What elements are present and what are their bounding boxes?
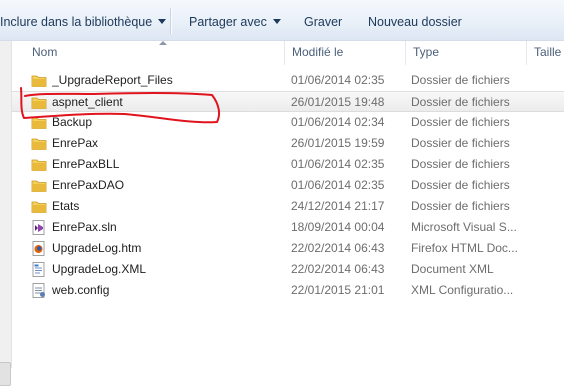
file-name: EnrePax bbox=[52, 136, 99, 150]
include-in-library-button[interactable]: Inclure dans la bibliothèque bbox=[0, 0, 167, 40]
folder-icon bbox=[31, 75, 47, 87]
file-row[interactable]: EnrePax 26/01/2015 19:59 Dossier de fich… bbox=[12, 133, 564, 154]
burn-button[interactable]: Graver bbox=[304, 0, 342, 40]
file-type: Dossier de fichiers bbox=[411, 199, 510, 213]
file-date: 01/06/2014 02:35 bbox=[291, 73, 385, 87]
column-header-type[interactable]: Type bbox=[405, 41, 527, 65]
folder-icon bbox=[31, 138, 47, 150]
file-name: _UpgradeReport_Files bbox=[52, 73, 173, 87]
column-header-name-label: Nom bbox=[32, 45, 58, 59]
column-header-name[interactable]: Nom bbox=[25, 41, 291, 65]
column-header-modified-label: Modifié le bbox=[292, 45, 344, 59]
file-type: Dossier de fichiers bbox=[411, 157, 510, 171]
file-name: aspnet_client bbox=[52, 95, 123, 109]
file-type: XML Configuratio... bbox=[411, 283, 514, 297]
file-name: web.config bbox=[52, 283, 110, 297]
folder-icon bbox=[31, 201, 47, 213]
file-row[interactable]: web.config 22/01/2015 21:01 XML Configur… bbox=[12, 280, 564, 301]
config-file-icon bbox=[32, 283, 45, 298]
folder-icon bbox=[31, 159, 47, 171]
file-row[interactable]: _UpgradeReport_Files 01/06/2014 02:35 Do… bbox=[12, 70, 564, 91]
xml-document-icon bbox=[32, 262, 45, 277]
file-row[interactable]: EnrePax.sln 18/09/2014 00:04 Microsoft V… bbox=[12, 217, 564, 238]
file-type: Microsoft Visual S... bbox=[411, 220, 517, 234]
file-date: 22/02/2014 06:43 bbox=[291, 241, 385, 255]
file-date: 22/01/2015 21:01 bbox=[291, 283, 385, 297]
column-header-modified[interactable]: Modifié le bbox=[284, 41, 406, 65]
toolbar-divider bbox=[170, 8, 172, 34]
folder-icon bbox=[31, 97, 47, 109]
file-row-selected[interactable]: aspnet_client 26/01/2015 19:48 Dossier d… bbox=[12, 91, 564, 112]
file-date: 01/06/2014 02:34 bbox=[291, 115, 385, 129]
file-name: EnrePax.sln bbox=[52, 220, 117, 234]
file-name: UpgradeLog.XML bbox=[52, 262, 147, 276]
chevron-down-icon bbox=[158, 19, 167, 24]
file-name: Etats bbox=[52, 199, 80, 213]
share-with-label: Partager avec bbox=[189, 15, 267, 29]
file-row[interactable]: EnrePaxDAO 01/06/2014 02:35 Dossier de f… bbox=[12, 175, 564, 196]
file-type: Dossier de fichiers bbox=[411, 115, 510, 129]
file-name: Backup bbox=[52, 115, 93, 129]
column-headers: Nom Modifié le Type Taille bbox=[12, 41, 564, 65]
file-type: Dossier de fichiers bbox=[411, 73, 510, 87]
file-date: 01/06/2014 02:35 bbox=[291, 157, 385, 171]
column-header-size-label: Taille bbox=[534, 45, 562, 59]
file-row[interactable]: Etats 24/12/2014 21:17 Dossier de fichie… bbox=[12, 196, 564, 217]
file-date: 26/01/2015 19:48 bbox=[291, 95, 385, 109]
file-name: UpgradeLog.htm bbox=[52, 241, 142, 255]
column-header-size[interactable]: Taille bbox=[526, 41, 564, 65]
visual-studio-solution-icon bbox=[32, 220, 45, 235]
chevron-down-icon bbox=[272, 19, 281, 24]
file-type: Dossier de fichiers bbox=[411, 95, 510, 109]
file-date: 01/06/2014 02:35 bbox=[291, 178, 385, 192]
firefox-html-icon bbox=[32, 241, 45, 256]
folder-icon bbox=[31, 180, 47, 192]
file-date: 24/12/2014 21:17 bbox=[291, 199, 385, 213]
file-type: Document XML bbox=[411, 262, 494, 276]
new-folder-label: Nouveau dossier bbox=[368, 15, 462, 29]
file-type: Firefox HTML Doc... bbox=[411, 241, 518, 255]
file-date: 26/01/2015 19:59 bbox=[291, 136, 385, 150]
file-row[interactable]: UpgradeLog.htm 22/02/2014 06:43 Firefox … bbox=[12, 238, 564, 259]
file-row[interactable]: Backup 01/06/2014 02:34 Dossier de fichi… bbox=[12, 112, 564, 133]
file-date: 22/02/2014 06:43 bbox=[291, 262, 385, 276]
command-bar: Inclure dans la bibliothèque Partager av… bbox=[0, 0, 564, 41]
file-row[interactable]: UpgradeLog.XML 22/02/2014 06:43 Document… bbox=[12, 259, 564, 280]
file-date: 18/09/2014 00:04 bbox=[291, 220, 385, 234]
file-type: Dossier de fichiers bbox=[411, 178, 510, 192]
include-in-library-label: Inclure dans la bibliothèque bbox=[0, 15, 153, 29]
new-folder-button[interactable]: Nouveau dossier bbox=[368, 0, 462, 40]
file-type: Dossier de fichiers bbox=[411, 136, 510, 150]
file-list: _UpgradeReport_Files 01/06/2014 02:35 Do… bbox=[12, 70, 564, 301]
column-header-type-label: Type bbox=[413, 45, 440, 59]
file-row[interactable]: EnrePaxBLL 01/06/2014 02:35 Dossier de f… bbox=[12, 154, 564, 175]
file-name: EnrePaxDAO bbox=[52, 178, 125, 192]
folder-icon bbox=[31, 117, 47, 129]
share-with-button[interactable]: Partager avec bbox=[189, 0, 281, 40]
navigation-pane-scrollbar[interactable] bbox=[0, 41, 12, 386]
file-name: EnrePaxBLL bbox=[52, 157, 120, 171]
scrollbar-thumb[interactable] bbox=[0, 362, 11, 386]
burn-label: Graver bbox=[304, 15, 343, 29]
